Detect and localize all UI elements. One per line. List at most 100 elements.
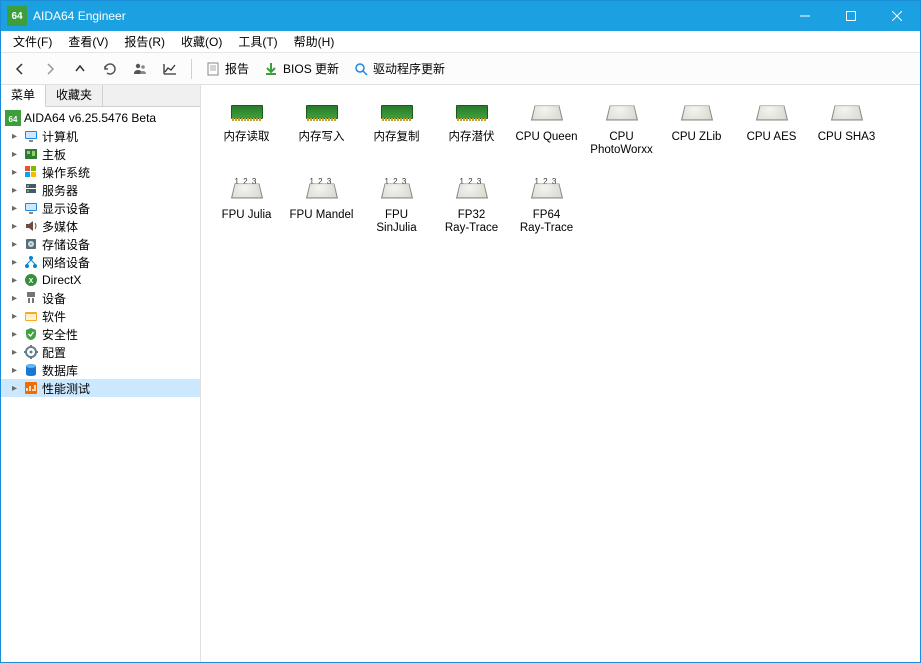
tree-item-label: 数据库 [42, 362, 78, 379]
tree-item-dx[interactable]: ▸XDirectX [1, 271, 200, 289]
expand-icon[interactable]: ▸ [9, 257, 20, 268]
svg-text:64: 64 [9, 115, 18, 124]
benchmark-label: CPU ZLib [672, 131, 722, 144]
benchmark-item[interactable]: 1 2 3FPU Mandel [284, 175, 359, 245]
expand-icon[interactable]: ▸ [9, 185, 20, 196]
tree-item-board[interactable]: ▸主板 [1, 145, 200, 163]
benchmark-label: FPU Mandel [290, 209, 354, 222]
expand-icon[interactable]: ▸ [9, 293, 20, 304]
benchmark-item[interactable]: CPU AES [734, 97, 809, 167]
tree-item-monitor[interactable]: ▸显示设备 [1, 199, 200, 217]
network-icon [23, 254, 39, 270]
ram-icon [306, 105, 338, 119]
maximize-button[interactable] [828, 1, 874, 31]
tree-item-label: 软件 [42, 308, 66, 325]
menubar: 文件(F) 查看(V) 报告(R) 收藏(O) 工具(T) 帮助(H) [1, 31, 920, 53]
menu-favorites[interactable]: 收藏(O) [173, 31, 230, 52]
benchmark-item[interactable]: 内存写入 [284, 97, 359, 167]
benchmark-grid: 内存读取 内存写入 内存复制内存潜伏 CPU Queen CPUPhotoWorxx CP… [209, 97, 912, 253]
tree-item-label: 存储设备 [42, 236, 90, 253]
tree-item-device[interactable]: ▸设备 [1, 289, 200, 307]
monitor-icon [23, 200, 39, 216]
software-icon [23, 308, 39, 324]
tree-root[interactable]: 64AIDA64 v6.25.5476 Beta [1, 109, 200, 127]
cpu-icon [530, 183, 562, 198]
ram-icon [231, 105, 263, 119]
up-button[interactable] [67, 58, 93, 80]
document-icon [205, 61, 221, 77]
tree-item-label: 性能测试 [42, 380, 90, 397]
benchmark-item[interactable]: 1 2 3FPUSinJulia [359, 175, 434, 245]
tree-item-bench[interactable]: ▸ 性能测试 [1, 379, 200, 397]
tree-item-db[interactable]: ▸ 数据库 [1, 361, 200, 379]
app-icon: 64 [7, 6, 27, 26]
benchmark-item[interactable]: 内存复制 [359, 97, 434, 167]
tab-menu[interactable]: 菜单 [1, 85, 46, 107]
report-button[interactable]: 报告 [200, 57, 254, 80]
benchmark-item[interactable]: 内存读取 [209, 97, 284, 167]
tree-item-config[interactable]: ▸配置 [1, 343, 200, 361]
back-button[interactable] [7, 58, 33, 80]
expand-icon[interactable]: ▸ [9, 383, 20, 394]
app-icon: 64 [5, 110, 21, 126]
cpu-icon [680, 105, 712, 120]
driver-update-button[interactable]: 驱动程序更新 [348, 57, 450, 80]
tree-item-server[interactable]: ▸服务器 [1, 181, 200, 199]
benchmark-item[interactable]: 1 2 3FPU Julia [209, 175, 284, 245]
expand-icon[interactable]: ▸ [9, 365, 20, 376]
close-button[interactable] [874, 1, 920, 31]
expand-icon[interactable]: ▸ [9, 149, 20, 160]
minimize-button[interactable] [782, 1, 828, 31]
benchmark-label: FPU Julia [222, 209, 272, 222]
benchmark-label: 内存写入 [299, 131, 345, 144]
bios-update-button[interactable]: BIOS 更新 [258, 57, 344, 80]
refresh-button[interactable] [97, 58, 123, 80]
menu-report[interactable]: 报告(R) [116, 31, 173, 52]
tab-favorites[interactable]: 收藏夹 [46, 85, 103, 106]
benchmark-label: CPU Queen [515, 131, 577, 144]
window-title: AIDA64 Engineer [33, 9, 782, 23]
tree-item-software[interactable]: ▸ 软件 [1, 307, 200, 325]
benchmark-label: CPUPhotoWorxx [590, 131, 652, 157]
titlebar: 64 AIDA64 Engineer [1, 1, 920, 31]
benchmark-item[interactable]: 1 2 3FP32Ray-Trace [434, 175, 509, 245]
cpu-icon [380, 183, 412, 198]
tree-item-network[interactable]: ▸网络设备 [1, 253, 200, 271]
expand-icon[interactable]: ▸ [9, 239, 20, 250]
tree-item-windows[interactable]: ▸操作系统 [1, 163, 200, 181]
benchmark-item[interactable]: CPU Queen [509, 97, 584, 167]
users-button[interactable] [127, 58, 153, 80]
benchmark-label: FPUSinJulia [376, 209, 416, 235]
benchmark-item[interactable]: CPU SHA3 [809, 97, 884, 167]
benchmark-item[interactable]: CPUPhotoWorxx [584, 97, 659, 167]
benchmark-label: 内存读取 [224, 131, 270, 144]
board-icon [23, 146, 39, 162]
download-icon [263, 61, 279, 77]
expand-icon[interactable]: ▸ [9, 329, 20, 340]
tree-item-disk[interactable]: ▸ 存储设备 [1, 235, 200, 253]
menu-view[interactable]: 查看(V) [60, 31, 116, 52]
expand-icon[interactable]: ▸ [9, 311, 20, 322]
benchmark-item[interactable]: 1 2 3FP64Ray-Trace [509, 175, 584, 245]
search-icon [353, 61, 369, 77]
shield-icon [23, 326, 39, 342]
expand-icon[interactable]: ▸ [9, 203, 20, 214]
disk-icon [23, 236, 39, 252]
tree-item-shield[interactable]: ▸安全性 [1, 325, 200, 343]
sidebar-tabs: 菜单 收藏夹 [1, 85, 200, 107]
benchmark-item[interactable]: CPU ZLib [659, 97, 734, 167]
menu-file[interactable]: 文件(F) [5, 31, 60, 52]
benchmark-item[interactable]: 内存潜伏 [434, 97, 509, 167]
tree-item-monitor[interactable]: ▸计算机 [1, 127, 200, 145]
menu-help[interactable]: 帮助(H) [286, 31, 343, 52]
forward-button[interactable] [37, 58, 63, 80]
expand-icon[interactable]: ▸ [9, 131, 20, 142]
tree-item-label: 多媒体 [42, 218, 78, 235]
expand-icon[interactable]: ▸ [9, 275, 20, 286]
expand-icon[interactable]: ▸ [9, 167, 20, 178]
tree-item-speaker[interactable]: ▸ 多媒体 [1, 217, 200, 235]
chart-button[interactable] [157, 58, 183, 80]
expand-icon[interactable]: ▸ [9, 221, 20, 232]
expand-icon[interactable]: ▸ [9, 347, 20, 358]
menu-tools[interactable]: 工具(T) [230, 31, 285, 52]
